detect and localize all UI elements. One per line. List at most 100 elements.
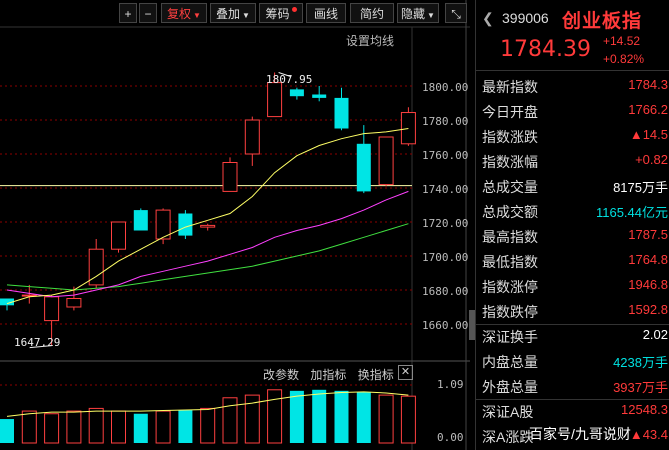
low-annotation: 1647.29	[14, 336, 61, 349]
candle-body	[44, 296, 60, 322]
volume-bar	[267, 389, 283, 444]
zoom-in-button[interactable]: +	[119, 3, 137, 23]
caret-down-icon: ▼	[193, 11, 201, 20]
y-axis-label: 1740.00	[422, 183, 469, 196]
quote-row-value: 1592.8	[628, 302, 668, 317]
quote-row-value: 1165.44亿元	[595, 205, 668, 220]
switch-indicator-button[interactable]: 换指标	[358, 368, 394, 382]
quote-row: 指数涨跌 ▲14.5	[476, 124, 669, 149]
volume-bar	[178, 410, 193, 443]
overlay-button[interactable]: 叠加 ▼	[210, 3, 256, 23]
volume-bar	[155, 410, 171, 444]
volume-bar	[334, 390, 349, 443]
volume-bar	[356, 392, 371, 443]
caret-down-icon: ▼	[242, 11, 250, 20]
quote-row: 最低指数 1764.8	[476, 249, 669, 274]
quote-row-value: 3937万手	[613, 380, 668, 395]
quote-row-label: 内盘总量	[482, 354, 538, 370]
volume-bar	[133, 413, 148, 443]
quote-row: 深证换手 2.02	[476, 324, 669, 349]
ma20-line	[6, 223, 409, 291]
y-axis-label: 1660.00	[422, 319, 469, 332]
add-indicator-button[interactable]: 加指标	[310, 368, 346, 382]
candle-body	[267, 82, 283, 118]
price-change-pct: +0.82%	[603, 52, 645, 66]
y-axis-label: 1760.00	[422, 149, 469, 162]
collapse-icon[interactable]: ⤡	[445, 3, 467, 23]
close-icon[interactable]: ✕	[398, 365, 413, 380]
candle-body	[133, 210, 148, 231]
chevron-left-icon[interactable]: ❮	[482, 10, 494, 27]
sub-y-axis-label: 0.00	[437, 431, 464, 444]
quote-row-label: 指数涨幅	[482, 154, 538, 170]
quote-row-label: 指数跌停	[482, 304, 538, 320]
volume-bar	[289, 390, 304, 443]
quote-row: 指数跌停 1592.8	[476, 299, 669, 324]
quote-row-value: 1766.2	[628, 102, 668, 117]
volume-bar	[312, 389, 327, 443]
hide-button[interactable]: 隐藏 ▼	[397, 3, 439, 23]
quote-row-label: 深证A股	[482, 404, 534, 420]
quote-row-label: 深证换手	[482, 329, 538, 345]
red-dot-icon	[291, 7, 297, 12]
candle-body	[222, 162, 238, 192]
ma-setting-button[interactable]: 设置均线	[346, 32, 394, 49]
sub-y-axis-label: 1.09	[437, 378, 464, 391]
volume-bar	[21, 410, 37, 444]
quote-row: 外盘总量 3937万手	[476, 374, 669, 399]
y-axis-label: 1680.00	[422, 285, 469, 298]
quote-row: 内盘总量 4238万手	[476, 349, 669, 374]
quote-row-value: 12548.3	[621, 402, 668, 417]
quote-row-value: 1784.3	[628, 77, 668, 92]
candle-body	[400, 112, 416, 145]
zoom-out-button[interactable]: −	[139, 3, 157, 23]
index-code: 399006	[502, 10, 549, 26]
quote-row: 深证A股 12548.3	[476, 399, 669, 424]
quote-row-value: 4238万手	[613, 355, 668, 370]
quote-row-label: 最高指数	[482, 229, 538, 245]
volume-bar	[88, 407, 104, 444]
quote-row: 指数涨幅 +0.82	[476, 149, 669, 174]
fuquan-label: 复权	[167, 7, 192, 21]
volume-bar	[44, 413, 60, 444]
candle-body	[289, 89, 304, 97]
quote-row-value: ▲14.5	[629, 127, 668, 142]
y-axis-label: 1780.00	[422, 115, 469, 128]
quote-row-value: 1764.8	[628, 252, 668, 267]
candle-body	[200, 224, 216, 228]
quote-row-value: ▲43.4	[629, 427, 668, 442]
candle-body	[66, 298, 82, 308]
last-price: 1784.39	[500, 37, 591, 62]
quote-row-label: 总成交额	[482, 204, 538, 220]
quote-row: 指数涨停 1946.8	[476, 274, 669, 299]
volume-bar	[400, 395, 416, 444]
quote-row-label: 指数涨停	[482, 279, 538, 295]
candle-body	[111, 221, 126, 250]
caret-down-icon: ▼	[427, 11, 435, 20]
volume-bar	[111, 410, 126, 444]
draw-line-button[interactable]: 画线	[306, 3, 346, 23]
y-axis-label: 1800.00	[422, 81, 469, 94]
kline-chart-area[interactable]: + − 复权 ▼ 叠加 ▼ 筹码 画线 简约 隐藏 ▼ ⤡ 设置均线 1800.00 …	[0, 0, 470, 450]
volume-bar	[0, 419, 14, 443]
chip-button[interactable]: 筹码	[259, 3, 303, 23]
overlay-label: 叠加	[216, 7, 241, 21]
fuquan-button[interactable]: 复权 ▼	[161, 3, 207, 23]
quote-row: 总成交额 1165.44亿元	[476, 199, 669, 224]
volume-bar	[200, 407, 216, 444]
quote-row-label: 最低指数	[482, 254, 538, 270]
index-name: 创业板指	[562, 11, 643, 32]
simple-mode-button[interactable]: 简约	[350, 3, 394, 23]
quote-row-label: 最新指数	[482, 79, 538, 95]
candle-body	[356, 143, 371, 192]
hide-label: 隐藏	[401, 7, 426, 21]
quote-row: 最新指数 1784.3	[476, 74, 669, 99]
y-axis-label: 1720.00	[422, 217, 469, 230]
volume-bar	[66, 410, 82, 444]
edit-params-button[interactable]: 改参数	[263, 368, 299, 382]
quote-row-value: 2.02	[642, 327, 668, 342]
watermark-text: 百家号/九哥说财	[529, 426, 631, 442]
high-annotation: 1807.95	[266, 73, 313, 86]
quote-row-value: 8175万手	[613, 180, 668, 195]
quote-row-label: 深A涨跌	[482, 429, 534, 445]
